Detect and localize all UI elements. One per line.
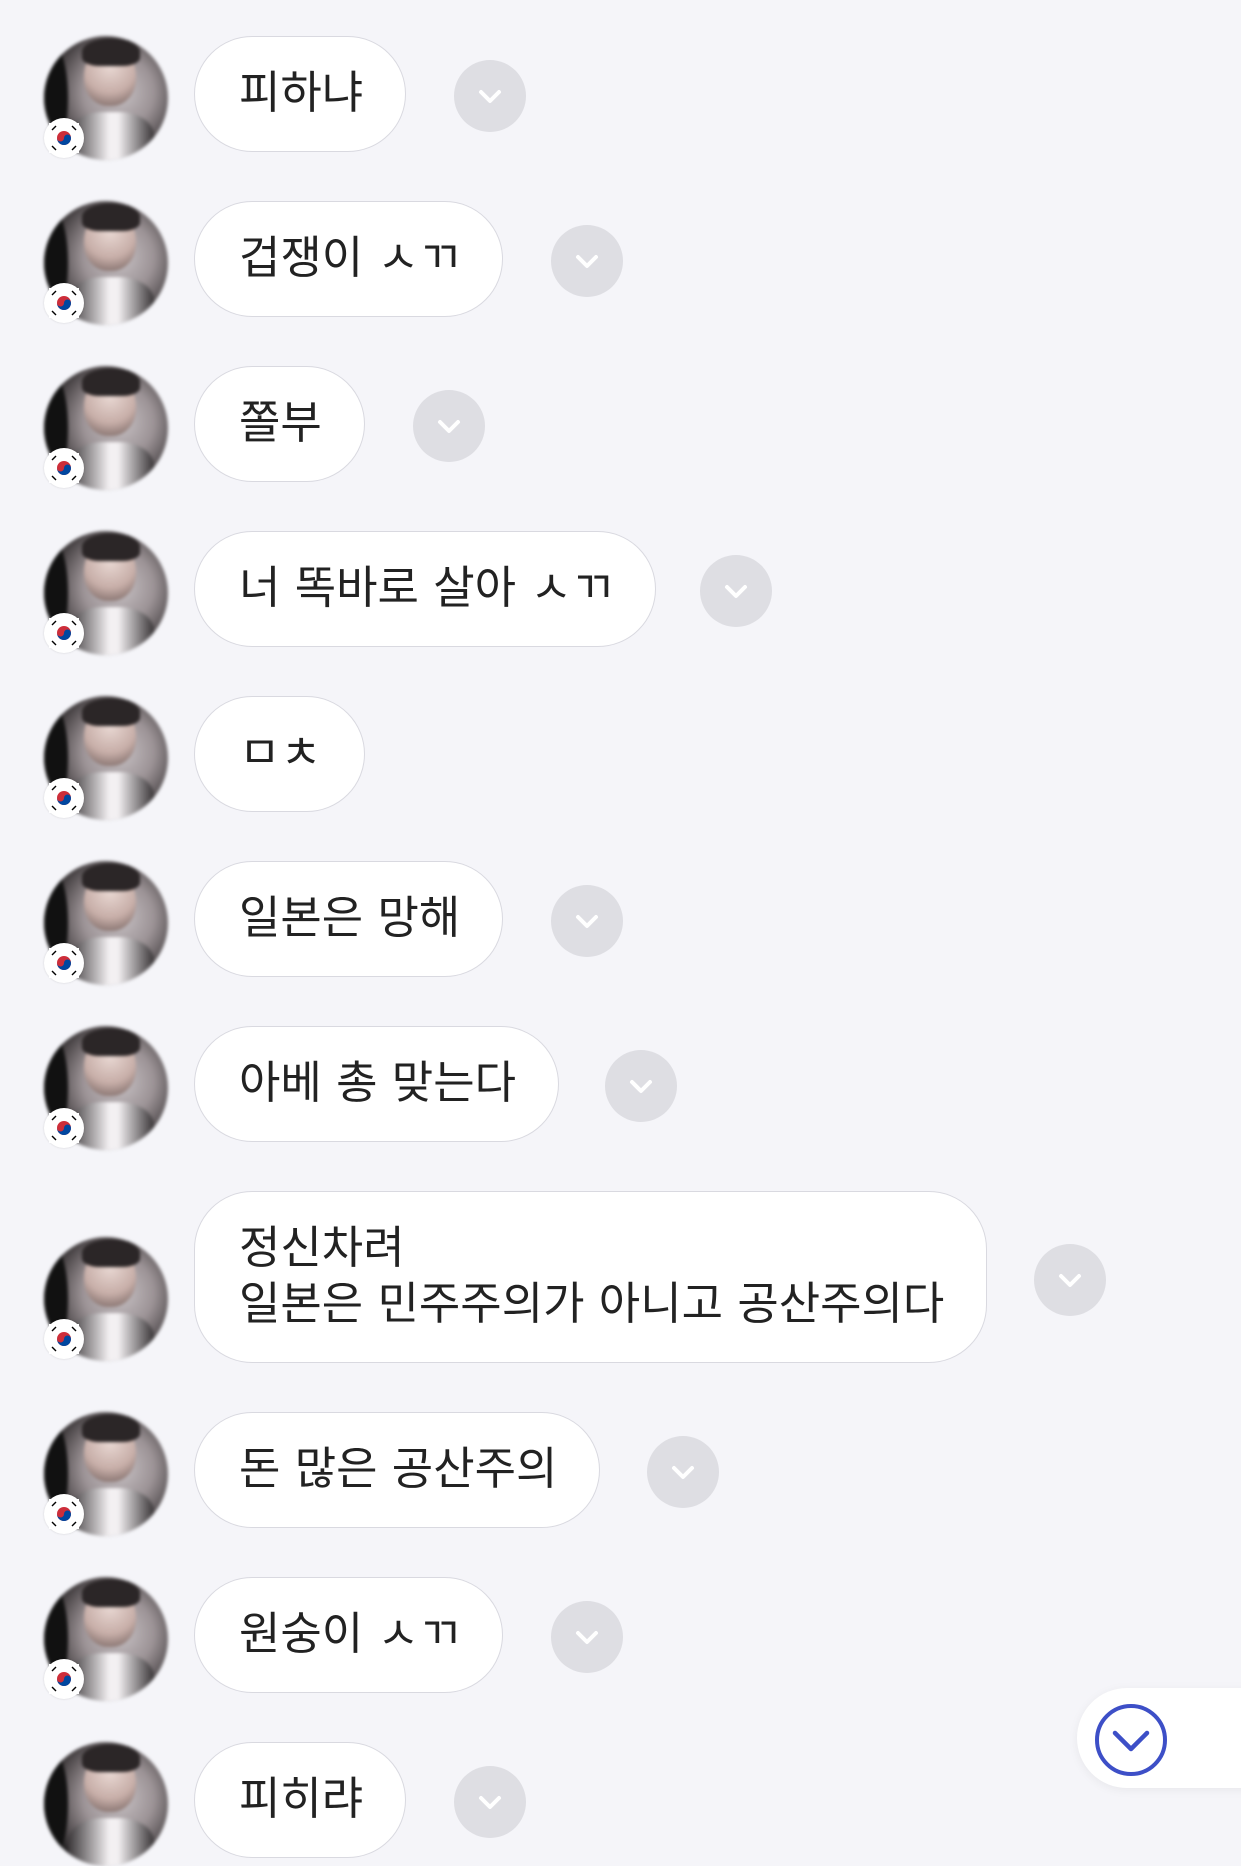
message-row: 피하냐 bbox=[0, 26, 1241, 160]
scroll-down-icon bbox=[1095, 1704, 1167, 1776]
message-text: 너 똑바로 살아 ㅅㄲ bbox=[239, 561, 614, 614]
scroll-to-bottom-button[interactable] bbox=[1077, 1688, 1241, 1788]
message-text: 피하냐 bbox=[239, 66, 364, 119]
message-menu-button[interactable] bbox=[551, 225, 623, 297]
message-row: 아베 총 맞는다 bbox=[0, 1016, 1241, 1150]
chevron-down-icon bbox=[479, 1796, 501, 1809]
message-menu-button[interactable] bbox=[454, 60, 526, 132]
message-menu-button[interactable] bbox=[700, 555, 772, 627]
message-menu-button[interactable] bbox=[454, 1766, 526, 1838]
message-menu-button[interactable] bbox=[551, 885, 623, 957]
korea-flag-icon bbox=[44, 1319, 84, 1359]
chevron-down-icon bbox=[672, 1466, 694, 1479]
message-row: 피히랴 bbox=[0, 1732, 1241, 1866]
message-text: ㅁㅊ bbox=[239, 726, 322, 779]
korea-flag-icon bbox=[44, 943, 84, 983]
message-bubble[interactable]: 피하냐 bbox=[194, 36, 407, 152]
korea-flag-icon bbox=[44, 613, 84, 653]
message-menu-button[interactable] bbox=[551, 1601, 623, 1673]
message-menu-button[interactable] bbox=[413, 390, 485, 462]
chevron-down-icon bbox=[479, 90, 501, 103]
korea-flag-icon bbox=[44, 283, 84, 323]
message-row: 정신차려 일본은 민주주의가 아니고 공산주의다 bbox=[0, 1181, 1241, 1371]
chevron-down-icon bbox=[725, 585, 747, 598]
message-bubble[interactable]: 겁쟁이 ㅅㄲ bbox=[194, 201, 504, 317]
user-avatar[interactable] bbox=[44, 1742, 168, 1866]
chevron-down-icon bbox=[576, 1631, 598, 1644]
chevron-down-icon bbox=[1059, 1274, 1081, 1287]
chevron-down-icon bbox=[576, 915, 598, 928]
korea-flag-icon bbox=[44, 448, 84, 488]
message-bubble[interactable]: 쫄부 bbox=[194, 366, 365, 482]
message-row: 쫄부 bbox=[0, 356, 1241, 490]
message-menu-button[interactable] bbox=[605, 1050, 677, 1122]
chevron-down-icon bbox=[576, 255, 598, 268]
message-bubble[interactable]: 돈 많은 공산주의 bbox=[194, 1412, 601, 1528]
message-bubble[interactable]: 너 똑바로 살아 ㅅㄲ bbox=[194, 531, 657, 647]
message-text: 일본은 망해 bbox=[239, 891, 461, 944]
message-bubble[interactable]: 원숭이 ㅅㄲ bbox=[194, 1577, 504, 1693]
message-bubble[interactable]: 피히랴 bbox=[194, 1742, 407, 1858]
korea-flag-icon bbox=[44, 1108, 84, 1148]
message-menu-button[interactable] bbox=[1034, 1244, 1106, 1316]
message-row: 원숭이 ㅅㄲ bbox=[0, 1567, 1241, 1701]
chevron-down-icon bbox=[630, 1080, 652, 1093]
korea-flag-icon bbox=[44, 118, 84, 158]
message-row: 너 똑바로 살아 ㅅㄲ bbox=[0, 521, 1241, 655]
message-bubble[interactable]: ㅁㅊ bbox=[194, 696, 365, 812]
message-text: 원숭이 ㅅㄲ bbox=[239, 1607, 461, 1660]
message-text: 쫄부 bbox=[239, 396, 322, 449]
message-text-line-1: 정신차려 bbox=[239, 1221, 405, 1274]
message-row: 겁쟁이 ㅅㄲ bbox=[0, 191, 1241, 325]
message-row: 일본은 망해 bbox=[0, 851, 1241, 985]
message-menu-button[interactable] bbox=[647, 1436, 719, 1508]
korea-flag-icon bbox=[44, 1494, 84, 1534]
message-bubble[interactable]: 일본은 망해 bbox=[194, 861, 504, 977]
message-text: 피히랴 bbox=[239, 1772, 364, 1825]
message-text: 돈 많은 공산주의 bbox=[239, 1442, 558, 1495]
message-row: 돈 많은 공산주의 bbox=[0, 1402, 1241, 1536]
message-bubble[interactable]: 정신차려 일본은 민주주의가 아니고 공산주의다 bbox=[194, 1191, 988, 1363]
chevron-down-icon bbox=[438, 420, 460, 433]
message-text-line-2: 일본은 민주주의가 아니고 공산주의다 bbox=[239, 1277, 945, 1330]
korea-flag-icon bbox=[44, 1659, 84, 1699]
chat-message-list: 피하냐 겁쟁이 ㅅㄲ 쫄부 너 똑바로 살아 ㅅㄲ ㅁㅊ 일본은 망해 아베 총… bbox=[0, 0, 1241, 1866]
korea-flag-icon bbox=[44, 778, 84, 818]
message-text: 겁쟁이 ㅅㄲ bbox=[239, 231, 461, 284]
message-row: ㅁㅊ bbox=[0, 686, 1241, 820]
message-text: 아베 총 맞는다 bbox=[239, 1056, 517, 1109]
message-bubble[interactable]: 아베 총 맞는다 bbox=[194, 1026, 560, 1142]
